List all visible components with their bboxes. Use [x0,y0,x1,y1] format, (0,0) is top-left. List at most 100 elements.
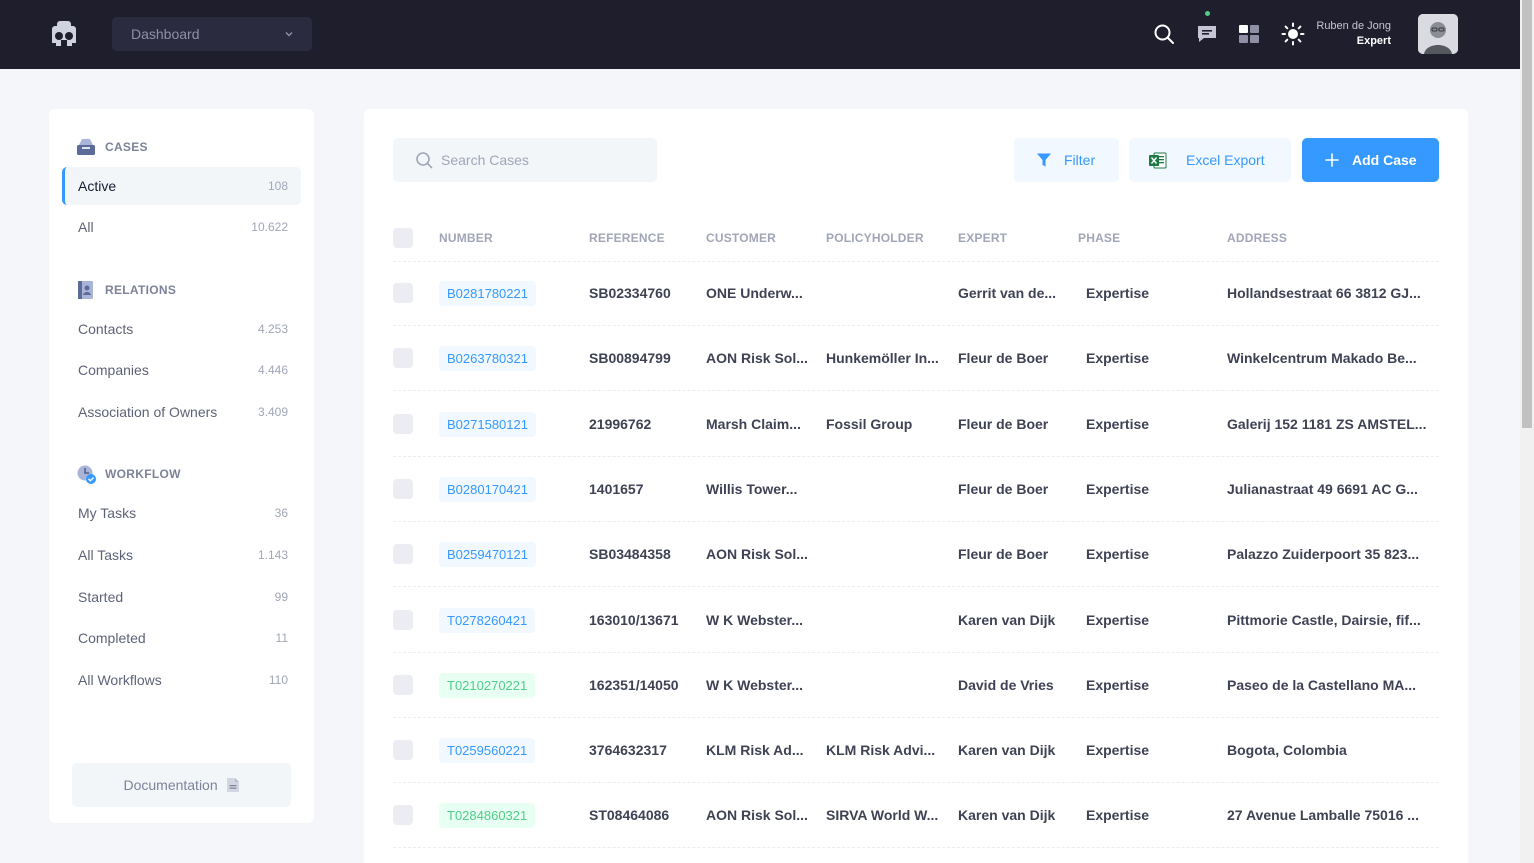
cases-section-header: CASES [75,136,148,158]
column-header-address[interactable]: ADDRESS [1227,231,1287,245]
cell-expert: Karen van Dijk [958,742,1056,758]
sidebar-item-all-workflows[interactable]: All Workflows 110 [62,661,301,699]
search-box[interactable] [393,138,657,182]
sidebar-item-completed[interactable]: Completed 11 [62,619,301,657]
sun-icon[interactable] [1281,22,1305,46]
cell-phase: Expertise [1086,546,1150,562]
select-all-checkbox[interactable] [393,228,413,248]
cell-reference: 1401657 [589,481,644,497]
cell-customer: Marsh Claim... [706,416,801,432]
sidebar-item-active[interactable]: Active 108 [62,167,301,205]
search-input[interactable] [441,138,651,182]
app-logo-icon[interactable] [48,18,80,50]
excel-export-label: Excel Export [1186,152,1265,168]
column-header-policyholder[interactable]: POLICYHOLDER [826,231,924,245]
sidebar-item-all[interactable]: All 10.622 [62,208,301,246]
sidebar-item-label: Started [78,589,124,605]
apps-grid-icon[interactable] [1237,22,1261,46]
sidebar-item-count: 10.622 [251,220,288,234]
table-row[interactable]: T0284860321 ST08464086 AON Risk Sol... SIRV… [364,783,1468,848]
sidebar-item-count: 1.143 [257,548,288,562]
table-row[interactable]: B0271580121 21996762 Marsh Claim... Fossil … [364,392,1468,457]
cell-address: Julianastraat 49 6691 AC G... [1227,481,1418,497]
documentation-button[interactable]: Documentation [72,763,291,807]
column-header-number[interactable]: NUMBER [439,231,493,245]
table-row[interactable]: B0281780221 SB02334760 ONE Underw... Gerrit… [364,261,1468,326]
chat-icon[interactable] [1195,22,1219,46]
cell-phase: Expertise [1086,416,1150,432]
cell-expert: Fleur de Boer [958,481,1049,497]
case-number-link[interactable]: B0281780221 [439,281,536,306]
cell-policyholder: Hunkemöller In... [826,350,939,366]
case-number-link[interactable]: B0271580121 [439,412,536,437]
case-number-link[interactable]: T0278260421 [439,608,536,633]
cell-reference: SB02334760 [589,285,671,301]
cell-expert: Gerrit van de... [958,285,1057,301]
table-row[interactable]: T0259560221 3764632317 KLM Risk Ad... KLM R… [364,718,1468,783]
sidebar: CASES Active 108 All 10.622 RELATIONS Co… [49,109,314,823]
table-row[interactable]: B0259470121 SB03484358 AON Risk Sol... Fleu… [364,522,1468,587]
table-row[interactable]: B0280170421 1401657 Willis Tower... Fleur d… [364,457,1468,522]
row-checkbox[interactable] [393,283,413,303]
cell-customer: W K Webster... [706,677,803,693]
row-checkbox[interactable] [393,740,413,760]
sidebar-item-contacts[interactable]: Contacts 4.253 [62,310,301,348]
cell-policyholder: SIRVA World W... [826,807,939,823]
row-checkbox[interactable] [393,414,413,434]
row-checkbox[interactable] [393,610,413,630]
dashboard-select-label: Dashboard [131,26,200,42]
table-row[interactable]: B0263780321 SB00894799 AON Risk Sol... Hunk… [364,326,1468,391]
cell-address: Winkelcentrum Makado Be... [1227,350,1417,366]
cell-phase: Expertise [1086,807,1150,823]
row-checkbox[interactable] [393,544,413,564]
column-header-customer[interactable]: CUSTOMER [706,231,776,245]
cell-reference: SB03484358 [589,546,671,562]
row-checkbox[interactable] [393,805,413,825]
cell-expert: Fleur de Boer [958,350,1049,366]
cell-expert: David de Vries [958,677,1054,693]
cell-customer: AON Risk Sol... [706,807,808,823]
case-number-link[interactable]: T0210270221 [439,673,536,698]
cell-address: Hollandsestraat 66 3812 GJ... [1227,285,1421,301]
cell-customer: Willis Tower... [706,481,798,497]
case-number-link[interactable]: B0259470121 [439,542,536,567]
sidebar-item-started[interactable]: Started 99 [62,578,301,616]
sidebar-item-association-of-owners[interactable]: Association of Owners 3.409 [62,393,301,431]
sidebar-item-label: Association of Owners [78,404,218,420]
excel-export-button[interactable]: Excel Export [1129,138,1291,182]
cell-customer: ONE Underw... [706,285,803,301]
search-icon[interactable] [1152,22,1176,46]
sidebar-item-count: 99 [274,590,288,604]
sidebar-item-my-tasks[interactable]: My Tasks 36 [62,494,301,532]
sidebar-item-count: 4.446 [257,363,288,377]
case-number-link[interactable]: T0284860321 [439,803,536,828]
notification-dot [1205,11,1210,16]
case-number-link[interactable]: T0259560221 [439,738,536,763]
table-row[interactable]: T0278260421 163010/13671 W K Webster... Kar… [364,588,1468,653]
cell-phase: Expertise [1086,612,1150,628]
row-checkbox[interactable] [393,348,413,368]
row-checkbox[interactable] [393,479,413,499]
inbox-tray-icon [77,139,95,155]
avatar-portrait-icon [1418,14,1458,54]
sidebar-item-all-tasks[interactable]: All Tasks 1.143 [62,536,301,574]
add-case-button[interactable]: Add Case [1302,138,1439,182]
filter-label: Filter [1064,152,1096,168]
sidebar-item-count: 3.409 [257,405,288,419]
case-number-link[interactable]: B0280170421 [439,477,536,502]
cases-panel: Filter Excel Export Add Case NUMBER REFE… [364,109,1468,863]
page-scrollbar-thumb[interactable] [1522,0,1532,428]
filter-button[interactable]: Filter [1014,138,1119,182]
column-header-phase[interactable]: PHASE [1078,231,1120,245]
sidebar-item-count: 36 [274,506,288,520]
row-checkbox[interactable] [393,675,413,695]
column-header-reference[interactable]: REFERENCE [589,231,665,245]
sidebar-item-label: All [78,219,94,235]
dashboard-select[interactable]: Dashboard [112,17,312,51]
avatar[interactable] [1418,14,1458,54]
column-header-expert[interactable]: EXPERT [958,231,1007,245]
row-divider [393,586,1439,587]
table-row[interactable]: T0210270221 162351/14050 W K Webster... Dav… [364,653,1468,718]
case-number-link[interactable]: B0263780321 [439,346,536,371]
sidebar-item-companies[interactable]: Companies 4.446 [62,351,301,389]
